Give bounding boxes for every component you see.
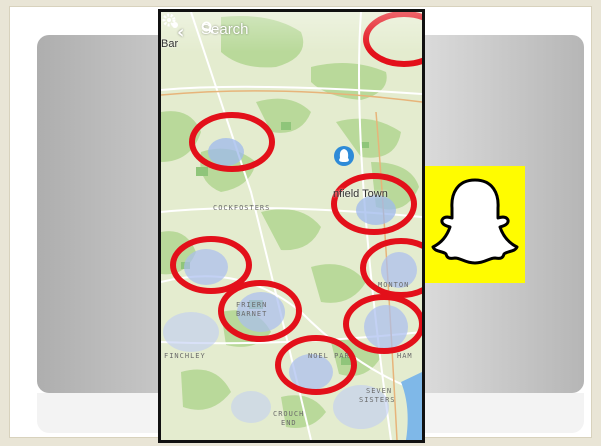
place-label-tottenham: HAM: [397, 352, 413, 360]
place-label-bar: Bar: [161, 38, 179, 50]
snap-map-screen: Bar ‹ Search nfield Town COCKFOSTERS MON…: [158, 9, 425, 443]
place-label-crouch: CROUCH: [273, 410, 305, 418]
place-label-noel-park: NOEL PAR: [308, 352, 350, 360]
search-button[interactable]: Search: [201, 21, 249, 38]
search-icon: [201, 21, 214, 34]
snapchat-ghost-icon: [431, 178, 519, 265]
place-label-sisters: SISTERS: [359, 396, 396, 404]
place-label-enfield-town: nfield Town: [333, 188, 388, 200]
place-label-barnet: BARNET: [236, 310, 268, 318]
place-label-cockfosters: COCKFOSTERS: [213, 204, 271, 212]
place-label-finchley: FINCHLEY: [164, 352, 206, 360]
place-label-seven: SEVEN: [366, 387, 393, 395]
gear-icon[interactable]: [161, 12, 179, 30]
map-canvas[interactable]: [161, 12, 422, 440]
place-label-edmonton: MONTON: [378, 281, 410, 289]
snapchat-logo: [425, 166, 525, 283]
user-location-marker[interactable]: [334, 146, 354, 166]
place-label-end: END: [281, 419, 297, 427]
place-label-friern: FRIERN: [236, 301, 268, 309]
